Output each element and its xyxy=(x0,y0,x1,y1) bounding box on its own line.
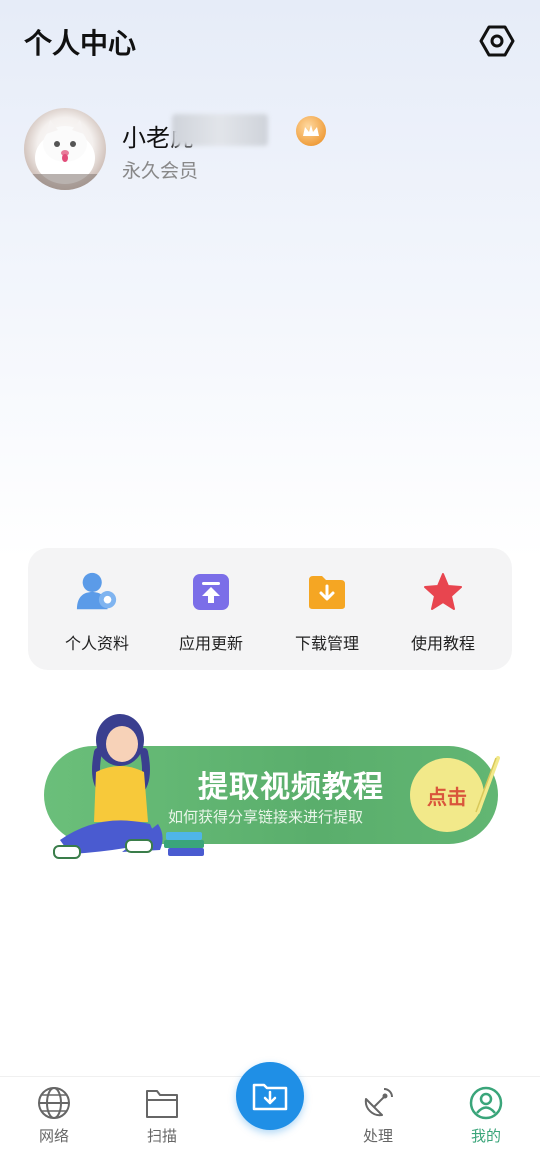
menu-item-label: 应用更新 xyxy=(178,634,243,653)
quick-menu-card: 个人资料 应用更新 下载管理 使用教程 xyxy=(28,548,512,670)
folder-icon xyxy=(146,1090,178,1118)
menu-item-tutorial[interactable]: 使用教程 xyxy=(388,570,498,656)
username-redaction xyxy=(172,114,268,146)
gear-hexagon-icon xyxy=(479,25,515,57)
cat-avatar-image xyxy=(24,120,106,190)
star-icon xyxy=(424,573,462,610)
girl-reading-illustration xyxy=(53,714,204,859)
menu-item-profile[interactable]: 个人资料 xyxy=(42,570,152,656)
user-circle-icon xyxy=(469,1086,503,1120)
menu-item-label: 下载管理 xyxy=(294,634,359,653)
center-download-button[interactable] xyxy=(236,1062,304,1130)
settings-button[interactable] xyxy=(476,20,518,62)
tab-scan[interactable]: 扫描 xyxy=(122,1085,202,1149)
pencil-icon xyxy=(475,756,500,814)
banner-title: 提取视频教程 xyxy=(198,770,384,805)
menu-item-app-update[interactable]: 应用更新 xyxy=(156,570,266,656)
tutorial-banner[interactable]: 提取视频教程 如何获得分享链接来进行提取 点击 xyxy=(40,712,510,872)
menu-item-label: 个人资料 xyxy=(64,634,129,653)
tab-mine[interactable]: 我的 xyxy=(446,1085,526,1149)
vip-badge xyxy=(296,116,326,146)
crown-icon xyxy=(303,125,319,136)
membership-label: 永久会员 xyxy=(122,160,199,182)
banner-subtitle: 如何获得分享链接来进行提取 xyxy=(168,808,364,826)
tab-network[interactable]: 网络 xyxy=(14,1085,94,1149)
menu-item-download-manager[interactable]: 下载管理 xyxy=(272,570,382,656)
tab-label: 处理 xyxy=(362,1127,393,1145)
tab-label: 我的 xyxy=(470,1127,501,1145)
avatar[interactable] xyxy=(24,108,106,190)
user-profile-icon xyxy=(76,572,117,610)
header: 个人中心 xyxy=(0,0,540,84)
tab-label: 网络 xyxy=(38,1127,69,1145)
satellite-dish-icon xyxy=(364,1088,393,1117)
globe-icon xyxy=(38,1087,70,1119)
page-title: 个人中心 xyxy=(24,27,137,60)
download-folder-icon xyxy=(252,1083,288,1111)
upload-arrow-icon xyxy=(193,574,229,610)
tab-process[interactable]: 处理 xyxy=(338,1085,418,1149)
profile-section[interactable]: 小老虎 永久会员 xyxy=(0,100,540,200)
download-folder-icon xyxy=(309,576,345,609)
menu-item-label: 使用教程 xyxy=(410,634,475,653)
tab-label: 扫描 xyxy=(146,1127,177,1145)
